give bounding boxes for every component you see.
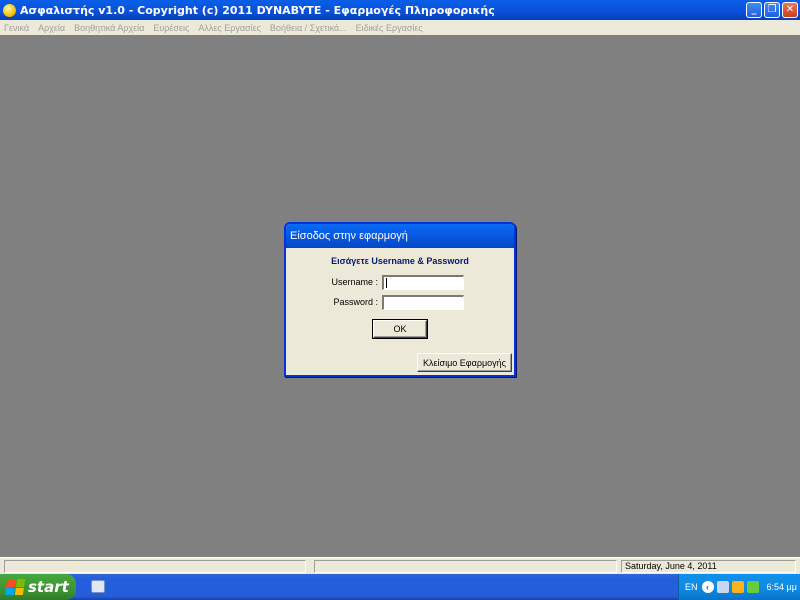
- ok-button[interactable]: OK: [372, 319, 428, 339]
- menu-searches[interactable]: Ευρέσεις: [153, 23, 189, 33]
- window-controls: _ ❐ ✕: [746, 2, 798, 18]
- window-title: Ασφαλιστής v1.0 - Copyright (c) 2011 DYN…: [20, 3, 495, 17]
- taskbar: start EN ‹ 6:54 μμ: [0, 574, 800, 600]
- window-titlebar[interactable]: Ασφαλιστής v1.0 - Copyright (c) 2011 DYN…: [0, 0, 800, 20]
- tray-expand-icon[interactable]: ‹: [701, 581, 714, 593]
- system-tray: EN ‹ 6:54 μμ: [678, 574, 800, 600]
- status-panel-1: [4, 560, 306, 573]
- username-input[interactable]: [382, 275, 464, 290]
- menu-help-about[interactable]: Βοήθεια / Σχετικά...: [270, 23, 347, 33]
- menu-bar: Γενικά Αρχεία Βοηθητικά Αρχεία Ευρέσεις …: [0, 20, 800, 35]
- start-button[interactable]: start: [0, 574, 76, 600]
- dialog-header: Εισάγετε Username & Password: [331, 256, 469, 266]
- menu-special-tasks[interactable]: Ειδικές Εργασίες: [356, 23, 423, 33]
- restore-button[interactable]: ❐: [764, 2, 780, 18]
- start-label: start: [28, 578, 69, 596]
- app-icon: [3, 3, 16, 17]
- status-bar: Saturday, June 4, 2011: [0, 557, 800, 574]
- menu-other-tasks[interactable]: Αλλες Εργασίες: [198, 23, 261, 33]
- network-icon[interactable]: [716, 581, 729, 593]
- security-icon[interactable]: [731, 581, 744, 593]
- text-caret: [386, 278, 387, 288]
- login-dialog: Είσοδος στην εφαρμογή Εισάγετε Username …: [284, 222, 516, 377]
- password-label: Password :: [333, 297, 378, 307]
- menu-aux-files[interactable]: Βοηθητικά Αρχεία: [74, 23, 144, 33]
- close-button[interactable]: ✕: [782, 2, 798, 18]
- language-indicator[interactable]: EN: [685, 582, 698, 592]
- status-panel-2: [314, 560, 617, 573]
- menu-general[interactable]: Γενικά: [4, 23, 29, 33]
- windows-logo-icon: [4, 579, 26, 595]
- show-desktop-icon[interactable]: [91, 580, 105, 593]
- username-label: Username :: [331, 277, 378, 287]
- close-application-button[interactable]: Κλείσιμο Εφαρμογής: [417, 353, 512, 372]
- menu-files[interactable]: Αρχεία: [38, 23, 65, 33]
- messenger-icon[interactable]: [746, 581, 759, 593]
- dialog-title[interactable]: Είσοδος στην εφαρμογή: [286, 224, 514, 248]
- clock[interactable]: 6:54 μμ: [767, 582, 797, 592]
- status-date: Saturday, June 4, 2011: [621, 560, 796, 573]
- minimize-button[interactable]: _: [746, 2, 762, 18]
- password-input[interactable]: [382, 295, 464, 310]
